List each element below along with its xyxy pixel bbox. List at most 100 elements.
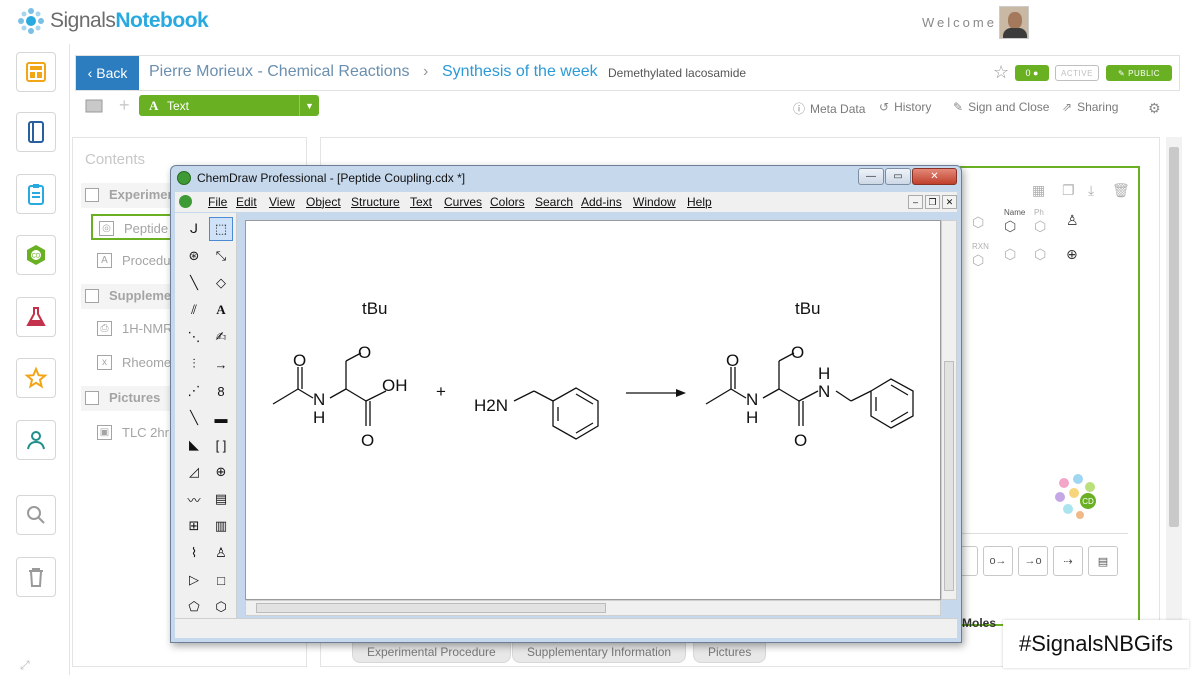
trash-button[interactable]: [16, 557, 56, 597]
doc-minimize-button[interactable]: –: [908, 195, 923, 209]
favorites-button[interactable]: [16, 358, 56, 398]
menu-text[interactable]: Text: [410, 195, 432, 209]
menu-window[interactable]: Window: [633, 195, 676, 209]
play-icon[interactable]: ▷: [182, 568, 206, 592]
tlc-tool-icon[interactable]: ▥: [209, 514, 233, 538]
users-button[interactable]: [16, 420, 56, 460]
brackets-icon[interactable]: [ ]: [209, 433, 233, 457]
sign-close-button[interactable]: ✎ Sign and Close: [953, 100, 1049, 114]
dashed-bond-icon[interactable]: ⋱: [182, 325, 206, 349]
copy-icon[interactable]: ❐: [1062, 182, 1075, 199]
history-button[interactable]: ↺ History: [879, 100, 931, 114]
sharing-button[interactable]: ⇗ Sharing: [1062, 100, 1118, 114]
status-active-badge[interactable]: ACTIVE: [1055, 65, 1099, 81]
favorite-star-icon[interactable]: ☆: [993, 62, 1009, 83]
menu-help[interactable]: Help: [687, 195, 712, 209]
doc-restore-button[interactable]: ❐: [925, 195, 940, 209]
status-public-badge[interactable]: ✎ PUBLIC: [1106, 65, 1172, 81]
marquee-tool-icon[interactable]: ⬚: [209, 217, 233, 241]
wavy-bond-icon[interactable]: 〰: [182, 487, 206, 511]
notebook-button[interactable]: [16, 112, 56, 152]
comments-badge[interactable]: 0 ●: [1015, 65, 1049, 81]
meta-data-button[interactable]: ⓘ Meta Data: [793, 100, 865, 117]
user-avatar[interactable]: [999, 6, 1029, 39]
menu-object[interactable]: Object: [306, 195, 341, 209]
minimize-button[interactable]: —: [858, 168, 884, 185]
chain-tool-icon[interactable]: ⌇: [182, 541, 206, 565]
structure-perspective-icon[interactable]: ⊛: [182, 244, 206, 268]
stamp-icon[interactable]: ♙: [1066, 212, 1079, 229]
menu-file[interactable]: File: [208, 195, 227, 209]
tab-experimental-procedure[interactable]: Experimental Procedure: [352, 641, 511, 663]
reactant-arrow-button[interactable]: o→: [983, 546, 1013, 576]
product-arrow-button[interactable]: →o: [1018, 546, 1048, 576]
menu-view[interactable]: View: [269, 195, 295, 209]
mass-fragmentation-icon[interactable]: ⤡: [209, 244, 233, 268]
chemdraw-window[interactable]: ChemDraw Professional - [Peptide Couplin…: [170, 165, 962, 643]
ring-icon[interactable]: ⬡: [1004, 246, 1016, 263]
orbital-tool-icon[interactable]: 8: [209, 379, 233, 403]
eraser-icon[interactable]: ◇: [209, 271, 233, 295]
templates-icon[interactable]: ♙: [209, 541, 233, 565]
benzene-tool-icon[interactable]: ⬡: [972, 214, 984, 231]
menu-colors[interactable]: Colors: [490, 195, 525, 209]
back-button[interactable]: ‹ Back: [76, 56, 139, 90]
hashed-wedge-icon[interactable]: ⋰: [182, 379, 206, 403]
square-tool-icon[interactable]: □: [209, 568, 233, 592]
dashboard-button[interactable]: [16, 52, 56, 92]
page-scrollbar[interactable]: [1166, 137, 1182, 667]
rxn-icon[interactable]: ⬡: [972, 252, 984, 269]
canvas-vertical-scrollbar[interactable]: [941, 220, 957, 600]
reagent-arrow-button[interactable]: ⇢: [1053, 546, 1083, 576]
pen-tool-icon[interactable]: ✍: [209, 325, 233, 349]
chemical-symbols-icon[interactable]: ⊕: [209, 460, 233, 484]
solid-bond-icon[interactable]: ╲: [182, 271, 206, 295]
menu-edit[interactable]: Edit: [236, 195, 257, 209]
cyclopentane-icon[interactable]: ⬠: [182, 595, 206, 619]
expand-icon[interactable]: ⤢: [20, 658, 50, 675]
name-structure-icon[interactable]: ⬡: [1004, 218, 1016, 235]
search-button[interactable]: [16, 495, 56, 535]
hollow-wedge-icon[interactable]: ◿: [182, 460, 206, 484]
signals-notebook-logo[interactable]: SignalsNotebook: [16, 6, 209, 36]
doc-icon[interactable]: [179, 195, 192, 208]
menu-structure[interactable]: Structure: [351, 195, 400, 209]
wedge-bond-icon[interactable]: ◣: [182, 433, 206, 457]
arrow-tool-icon[interactable]: →: [209, 352, 233, 376]
charge-plus-icon[interactable]: ⊕: [1066, 246, 1078, 263]
doc-close-button[interactable]: ✕: [942, 195, 957, 209]
tab-pictures[interactable]: Pictures: [693, 641, 767, 663]
hashed-bond-icon[interactable]: ⫶: [182, 352, 206, 376]
table-icon[interactable]: ▦: [1032, 182, 1045, 199]
cyclohexane-icon[interactable]: ⬡: [209, 595, 233, 619]
ring-alt-icon[interactable]: ⬡: [1034, 246, 1046, 263]
menu-search[interactable]: Search: [535, 195, 573, 209]
menu-curves[interactable]: Curves: [444, 195, 482, 209]
add-item-type-dropdown[interactable]: A Text ▼: [139, 95, 319, 116]
download-icon[interactable]: ⤓: [1088, 182, 1094, 199]
chemdraw-canvas[interactable]: tBu O O N H OH O + H2N tBu O O N H N H O: [245, 220, 941, 600]
stoichiometry-table-button[interactable]: ▤: [1088, 546, 1118, 576]
canvas-horizontal-scrollbar[interactable]: [245, 600, 941, 616]
phenyl-icon[interactable]: ⬡: [1034, 218, 1046, 235]
panel-toggle-icon[interactable]: [85, 99, 103, 113]
maximize-button[interactable]: ▭: [885, 168, 911, 185]
experiment-button[interactable]: [16, 174, 56, 214]
settings-button[interactable]: ⚙: [1148, 100, 1161, 117]
breadcrumb-experiment[interactable]: Synthesis of the week: [442, 63, 598, 81]
tab-supplementary-information[interactable]: Supplementary Information: [512, 641, 687, 663]
bold-bond-icon[interactable]: ╲: [182, 406, 206, 430]
breadcrumb-notebook[interactable]: Pierre Morieux - Chemical Reactions: [149, 63, 410, 81]
table-tool-icon[interactable]: ⊞: [182, 514, 206, 538]
materials-button[interactable]: [16, 297, 56, 337]
add-icon[interactable]: +: [119, 95, 130, 116]
text-tool-icon[interactable]: A: [209, 298, 233, 322]
lasso-tool-icon[interactable]: ᒍ: [182, 217, 206, 241]
close-button[interactable]: ✕: [912, 168, 957, 185]
menu-add-ins[interactable]: Add-ins: [581, 195, 622, 209]
double-bond-icon[interactable]: ⫽: [182, 298, 206, 322]
drawing-elements-icon[interactable]: ▬: [209, 406, 233, 430]
chemdraw-title-bar[interactable]: ChemDraw Professional - [Peptide Couplin…: [177, 171, 465, 185]
chemdraw-button[interactable]: CD: [16, 235, 56, 275]
trash-icon[interactable]: 🗑: [1112, 182, 1130, 199]
